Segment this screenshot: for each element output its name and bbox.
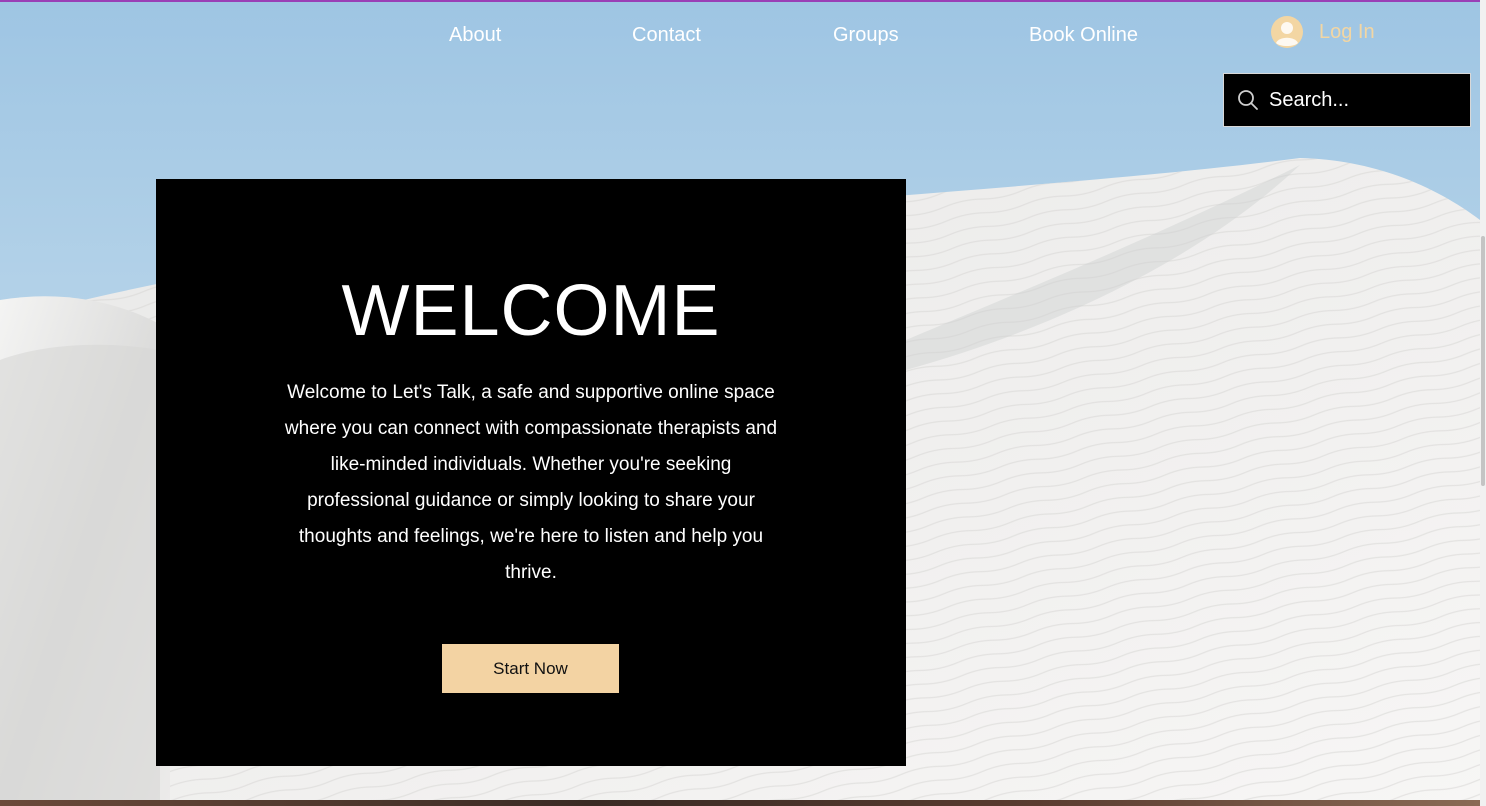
- scrollbar-thumb[interactable]: [1481, 236, 1485, 486]
- welcome-title: WELCOME: [341, 271, 721, 351]
- page: About Contact Groups Book Online Log In …: [0, 0, 1486, 806]
- main-navigation: About Contact Groups Book Online Log In: [0, 0, 1480, 70]
- nav-link-book-online[interactable]: Book Online: [1029, 24, 1138, 47]
- login-label: Log In: [1319, 20, 1375, 43]
- welcome-description: Welcome to Let's Talk, a safe and suppor…: [284, 382, 778, 583]
- login-button[interactable]: Log In: [1270, 14, 1375, 50]
- start-now-button[interactable]: Start Now: [442, 644, 619, 693]
- nav-link-about[interactable]: About: [449, 24, 501, 47]
- nav-link-groups[interactable]: Groups: [833, 24, 899, 47]
- search-input[interactable]: [1269, 88, 1459, 112]
- user-avatar-icon: [1271, 16, 1303, 48]
- page-scrollbar[interactable]: [1480, 0, 1486, 806]
- nav-link-contact[interactable]: Contact: [632, 24, 701, 47]
- magnifier-icon: [1238, 90, 1258, 110]
- search-box[interactable]: [1223, 73, 1471, 127]
- next-section-edge: [0, 800, 1480, 806]
- welcome-card: WELCOME Welcome to Let's Talk, a safe an…: [156, 179, 906, 766]
